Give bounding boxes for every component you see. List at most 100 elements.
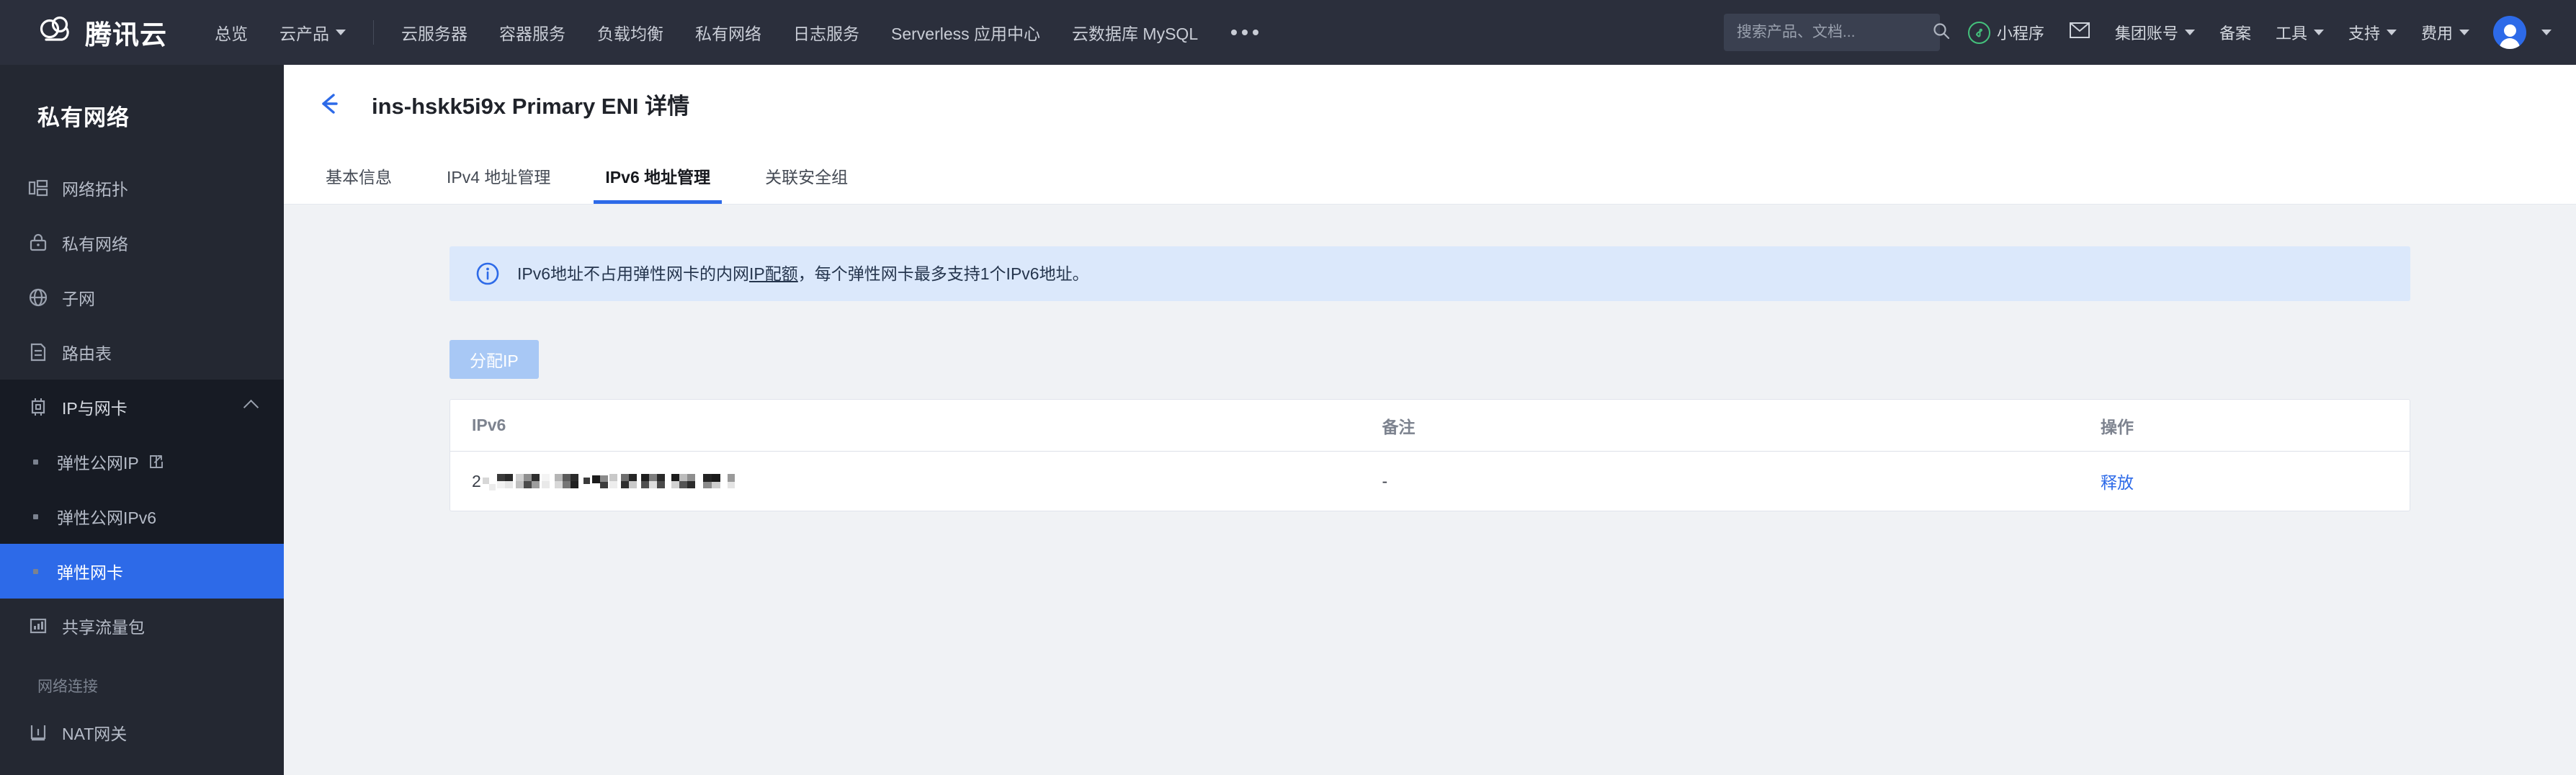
sidebar-item-subnet-label: 子网 — [62, 290, 95, 308]
sidebar-subgroup: 弹性公网IP 弹性公网IPv6 弹性网卡 — [0, 434, 284, 599]
table-header-row: IPv6 备注 操作 — [450, 400, 2410, 452]
header-icp-filing-label: 备案 — [2219, 24, 2251, 42]
sidebar-item-eip-label: 弹性公网IP — [57, 454, 139, 472]
header-group-account-label: 集团账号 — [2114, 24, 2178, 42]
sidebar-group-ip-and-nic-label: IP与网卡 — [62, 399, 128, 418]
info-circle-icon — [475, 261, 500, 286]
nav-item-overview-label: 总览 — [215, 24, 248, 43]
sidebar-item-nat-gateway[interactable]: NAT网关 — [0, 705, 284, 760]
cell-action: 释放 — [2101, 469, 2388, 493]
nav-item-vpc-label: 私有网络 — [695, 24, 761, 43]
ipv6-address-table: IPv6 备注 操作 2 - 释放 — [450, 399, 2410, 511]
info-banner-text: IPv6地址不占用弹性网卡的内网IP配额，每个弹性网卡最多支持1个IPv6地址。 — [517, 261, 1089, 287]
tab-ipv4-management[interactable]: IPv4 地址管理 — [435, 163, 562, 204]
header-billing-label: 费用 — [2420, 24, 2453, 42]
page-header: ins-hskk5i9x Primary ENI 详情 — [284, 65, 2576, 143]
release-link[interactable]: 释放 — [2101, 473, 2134, 492]
allocate-ip-button[interactable]: 分配IP — [450, 340, 539, 379]
topology-icon — [27, 177, 49, 199]
sidebar-item-vpc-label: 私有网络 — [62, 235, 128, 254]
sidebar-title: 私有网络 — [37, 105, 130, 130]
brand-logo[interactable]: 腾讯云 — [0, 13, 199, 52]
cell-ipv6-address: 2 — [472, 470, 1382, 492]
chevron-down-icon — [336, 30, 346, 35]
header-tools[interactable]: 工具 — [2263, 0, 2336, 65]
bullet-icon — [33, 514, 38, 519]
sidebar-item-eip[interactable]: 弹性公网IP — [0, 434, 284, 489]
tencent-cloud-logo-icon — [37, 14, 75, 51]
nav-item-overview[interactable]: 总览 — [199, 0, 264, 65]
ellipsis-icon[interactable] — [1214, 0, 1276, 65]
primary-nav: 总览 云产品 云服务器 容器服务 负载均衡 私有网络 日志服务 Serverle… — [199, 0, 1276, 65]
nav-item-serverless-label: Serverless 应用中心 — [891, 24, 1041, 43]
mini-program-icon — [1967, 21, 1990, 44]
nav-item-vpc[interactable]: 私有网络 — [679, 0, 777, 65]
header-support-label: 支持 — [2348, 24, 2380, 42]
tab-basic-info-label: 基本信息 — [326, 168, 392, 187]
nav-item-cvm[interactable]: 云服务器 — [385, 0, 483, 65]
chevron-down-icon — [2541, 30, 2552, 35]
header-tools-label: 工具 — [2275, 24, 2307, 42]
header-mini-program[interactable]: 小程序 — [1956, 0, 2057, 65]
tab-ipv6-management[interactable]: IPv6 地址管理 — [594, 163, 722, 204]
avatar-menu-toggle[interactable] — [2526, 0, 2576, 65]
globe-icon — [27, 287, 49, 308]
sidebar-item-network-topology-label: 网络拓扑 — [62, 180, 128, 199]
main-content: ins-hskk5i9x Primary ENI 详情 基本信息 IPv4 地址… — [284, 65, 2576, 775]
sidebar-item-route-table[interactable]: 路由表 — [0, 325, 284, 380]
column-header-note: 备注 — [1382, 417, 1416, 436]
chevron-down-icon — [2386, 30, 2397, 35]
nav-item-tke[interactable]: 容器服务 — [483, 0, 581, 65]
nav-item-serverless[interactable]: Serverless 应用中心 — [875, 0, 1056, 65]
cell-note: - — [1382, 471, 1388, 490]
nav-divider — [373, 20, 374, 45]
sidebar-item-eipv6[interactable]: 弹性公网IPv6 — [0, 489, 284, 544]
search-input[interactable] — [1736, 24, 1932, 41]
sidebar-item-eni-label: 弹性网卡 — [57, 563, 123, 582]
sidebar-item-subnet[interactable]: 子网 — [0, 270, 284, 325]
tab-ipv4-management-label: IPv4 地址管理 — [447, 168, 551, 187]
column-header-action: 操作 — [2101, 417, 2134, 436]
nav-item-cvm-label: 云服务器 — [401, 24, 468, 43]
sidebar-group-ip-and-nic[interactable]: IP与网卡 — [0, 380, 284, 434]
nav-item-cls-label: 日志服务 — [793, 24, 859, 43]
header-message-button[interactable] — [2057, 0, 2103, 65]
header-icp-filing[interactable]: 备案 — [2207, 0, 2263, 65]
bullet-icon — [33, 459, 38, 465]
search-icon[interactable] — [1932, 22, 1951, 44]
back-arrow-icon[interactable] — [314, 89, 344, 119]
nav-item-cls[interactable]: 日志服务 — [777, 0, 875, 65]
nav-item-cloud-products[interactable]: 云产品 — [264, 0, 362, 65]
header-support[interactable]: 支持 — [2336, 0, 2409, 65]
sidebar-item-network-topology[interactable]: 网络拓扑 — [0, 161, 284, 215]
nav-item-tke-label: 容器服务 — [499, 24, 565, 43]
chevron-down-icon — [2313, 30, 2324, 35]
bullet-icon — [33, 568, 38, 574]
top-header: 腾讯云 总览 云产品 云服务器 容器服务 负载均衡 私有网络 日志服务 Serv… — [0, 0, 2576, 65]
column-header-ipv6: IPv6 — [472, 416, 506, 434]
header-billing[interactable]: 费用 — [2409, 0, 2482, 65]
header-group-account[interactable]: 集团账号 — [2103, 0, 2207, 65]
chevron-up-icon — [243, 399, 259, 415]
ip-quota-link[interactable]: IP配额 — [749, 264, 798, 283]
ipv6-visible-prefix: 2 — [472, 471, 481, 490]
avatar[interactable] — [2493, 16, 2526, 49]
nav-item-cdb-mysql[interactable]: 云数据库 MySQL — [1056, 0, 1214, 65]
sidebar-item-shared-bandwidth-package-label: 共享流量包 — [62, 618, 145, 637]
redaction-mosaic-icon — [482, 474, 735, 490]
sidebar-item-shared-bandwidth-package[interactable]: 共享流量包 — [0, 599, 284, 653]
sidebar-item-eipv6-label: 弹性公网IPv6 — [57, 509, 157, 527]
redacted-ipv6-value: 2 — [472, 470, 749, 492]
tab-bar: 基本信息 IPv4 地址管理 IPv6 地址管理 关联安全组 — [284, 143, 2576, 205]
tab-basic-info[interactable]: 基本信息 — [314, 163, 403, 204]
tab-security-groups[interactable]: 关联安全组 — [753, 163, 859, 204]
sidebar-item-vpc[interactable]: 私有网络 — [0, 215, 284, 270]
sidebar: 私有网络 网络拓扑 私有网络 子网 路由表 IP与网卡 弹性公网IP 弹性公网I… — [0, 65, 284, 775]
chip-icon — [27, 396, 49, 418]
search-box[interactable] — [1723, 14, 1950, 51]
external-link-icon — [148, 454, 164, 470]
info-banner-text-before: IPv6地址不占用弹性网卡的内网 — [517, 264, 750, 283]
tab-ipv6-management-label: IPv6 地址管理 — [605, 168, 711, 187]
nav-item-clb[interactable]: 负载均衡 — [581, 0, 679, 65]
sidebar-item-eni[interactable]: 弹性网卡 — [0, 544, 284, 599]
